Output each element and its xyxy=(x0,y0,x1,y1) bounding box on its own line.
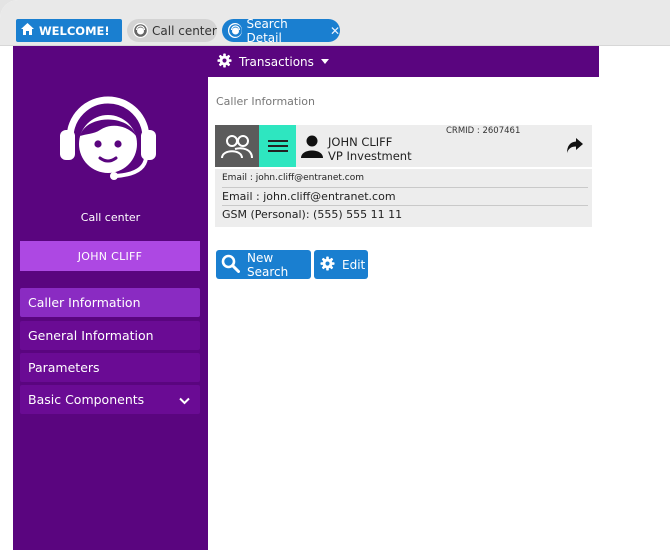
sidebar-item-label: Parameters xyxy=(28,360,100,375)
gear-icon xyxy=(217,52,232,71)
section-title: Caller Information xyxy=(216,95,315,108)
sidebar-item-label: General Information xyxy=(28,328,154,343)
detail-email-small: Email : john.cliff@entranet.com xyxy=(222,173,588,188)
tab-search-detail[interactable]: Search Detail ✕ xyxy=(222,16,340,45)
edit-button[interactable]: Edit xyxy=(314,250,368,279)
tab-welcome[interactable]: WELCOME! xyxy=(16,19,122,42)
tab-search-detail-label: Search Detail xyxy=(246,16,288,45)
agent-avatar-icon xyxy=(228,23,243,38)
person-icon xyxy=(300,134,324,162)
caller-details: Email : john.cliff@entranet.com Email : … xyxy=(215,169,592,227)
sidebar-label: Call center xyxy=(80,211,141,224)
tab-call-center-label: Call center xyxy=(152,23,217,38)
share-icon[interactable] xyxy=(566,137,584,158)
detail-email: Email : john.cliff@entranet.com xyxy=(222,190,588,206)
close-icon[interactable]: ✕ xyxy=(330,24,340,38)
search-icon xyxy=(221,254,240,276)
sidebar-item-caller-information[interactable]: Caller Information xyxy=(20,288,200,317)
agent-avatar-icon xyxy=(133,23,148,38)
headset-agent-logo-icon xyxy=(56,84,160,192)
tab-welcome-label: WELCOME! xyxy=(39,23,110,38)
user-name-badge: JOHN CLIFF xyxy=(20,241,200,271)
caller-name: JOHN CLIFF xyxy=(328,135,393,149)
sidebar-item-basic-components[interactable]: Basic Components xyxy=(20,385,200,414)
home-icon xyxy=(20,22,35,39)
users-icon[interactable] xyxy=(215,125,259,167)
sidebar-item-label: Basic Components xyxy=(28,392,145,407)
tab-call-center[interactable]: Call center xyxy=(127,19,217,42)
caret-down-icon xyxy=(320,59,329,64)
transactions-label: Transactions xyxy=(239,54,314,69)
crm-id: CRMID : 2607461 xyxy=(446,126,521,136)
transactions-menu[interactable]: Transactions xyxy=(208,46,599,77)
app-window: WELCOME! Call center Search Detail ✕ Cal… xyxy=(0,0,670,550)
new-search-label: New Search xyxy=(247,250,289,279)
caller-card: JOHN CLIFF VP Investment CRMID : 2607461 xyxy=(215,125,592,167)
detail-gsm: GSM (Personal): (555) 555 11 11 xyxy=(222,208,403,221)
gear-icon xyxy=(320,255,335,274)
sidebar-item-parameters[interactable]: Parameters xyxy=(20,353,200,382)
sidebar-item-general-information[interactable]: General Information xyxy=(20,321,200,350)
caller-role: VP Investment xyxy=(328,149,412,163)
list-icon[interactable] xyxy=(259,125,296,167)
sidebar-item-label: Caller Information xyxy=(28,295,141,310)
chevron-down-icon xyxy=(179,393,190,408)
new-search-button[interactable]: New Search xyxy=(216,250,311,279)
sidebar: Call center JOHN CLIFF Caller Informatio… xyxy=(13,46,208,550)
tab-bar: WELCOME! Call center Search Detail ✕ xyxy=(0,0,670,46)
edit-label: Edit xyxy=(342,257,366,272)
